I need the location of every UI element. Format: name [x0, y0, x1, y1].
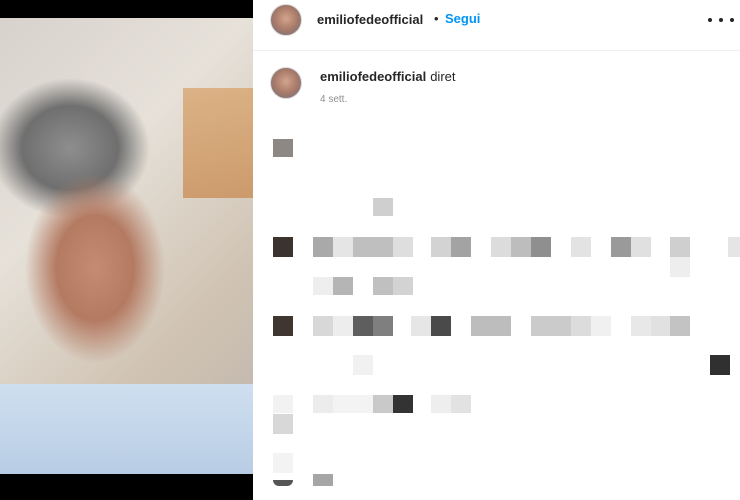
pixel-block [611, 237, 631, 257]
pixel-block [451, 237, 471, 257]
pixel-block [728, 237, 740, 257]
pixel-block [571, 237, 591, 257]
pixel-block [491, 237, 511, 257]
caption-username[interactable]: emiliofedeofficial [320, 69, 426, 84]
shirt [0, 384, 253, 474]
post-viewer: emiliofedeofficial • Segui emiliofedeoff… [0, 0, 740, 500]
pixel-block [333, 237, 353, 257]
pixel-block [670, 237, 690, 257]
follow-button[interactable]: Segui [445, 11, 480, 26]
pixel-block [353, 237, 393, 257]
separator-dot: • [434, 11, 439, 26]
pixel-block [313, 316, 333, 336]
pixel-block [313, 474, 333, 486]
pixel-block [273, 395, 293, 413]
pixel-block [393, 395, 413, 413]
pixel-block [431, 316, 451, 336]
caption: emiliofedeofficial diret [320, 69, 456, 84]
pixel-block [353, 316, 373, 336]
pixel-block [353, 355, 373, 375]
pixel-block [273, 414, 293, 434]
header-username[interactable]: emiliofedeofficial [317, 12, 423, 27]
dot-icon [719, 18, 723, 22]
pixel-block [451, 395, 471, 413]
pixel-block [511, 237, 531, 257]
pixel-block [631, 237, 651, 257]
pixel-block [651, 316, 671, 336]
pixel-block [273, 139, 293, 157]
pixel-block [393, 237, 413, 257]
dot-icon [708, 18, 712, 22]
pixel-block [273, 237, 293, 257]
pixel-block [373, 395, 393, 413]
pixel-block [531, 237, 551, 257]
pixel-block [313, 277, 333, 295]
background-wall [183, 88, 253, 198]
caption-avatar[interactable] [270, 67, 302, 99]
pixel-block [273, 480, 293, 486]
pixel-block [591, 316, 611, 336]
pixel-block [273, 316, 293, 336]
pixel-block [373, 277, 393, 295]
pixel-block [411, 316, 431, 336]
pixel-block [373, 316, 393, 336]
pixel-block [670, 316, 690, 336]
avatar[interactable] [270, 4, 302, 36]
more-options-icon[interactable] [708, 11, 734, 29]
pixel-block [333, 277, 353, 295]
post-header: emiliofedeofficial • Segui [253, 0, 740, 51]
pixel-block [471, 316, 511, 336]
post-side-panel: emiliofedeofficial • Segui emiliofedeoff… [253, 0, 740, 500]
video-frame [0, 18, 253, 474]
dot-icon [730, 18, 734, 22]
pixel-block [273, 453, 293, 473]
pixel-block [710, 355, 730, 375]
pixel-block [373, 198, 393, 216]
pixel-block [431, 395, 451, 413]
pixel-block [393, 277, 413, 295]
pixel-block [333, 316, 353, 336]
pixel-block [313, 237, 333, 257]
pixel-block [333, 395, 373, 413]
pixel-block [631, 316, 651, 336]
pixel-block [670, 257, 690, 277]
pixel-block [531, 316, 571, 336]
pixel-block [571, 316, 591, 336]
pixel-block [313, 395, 333, 413]
post-timestamp[interactable]: 4 sett. [320, 94, 347, 105]
post-media[interactable] [0, 0, 253, 500]
caption-text: diret [430, 69, 456, 84]
pixel-block [431, 237, 451, 257]
